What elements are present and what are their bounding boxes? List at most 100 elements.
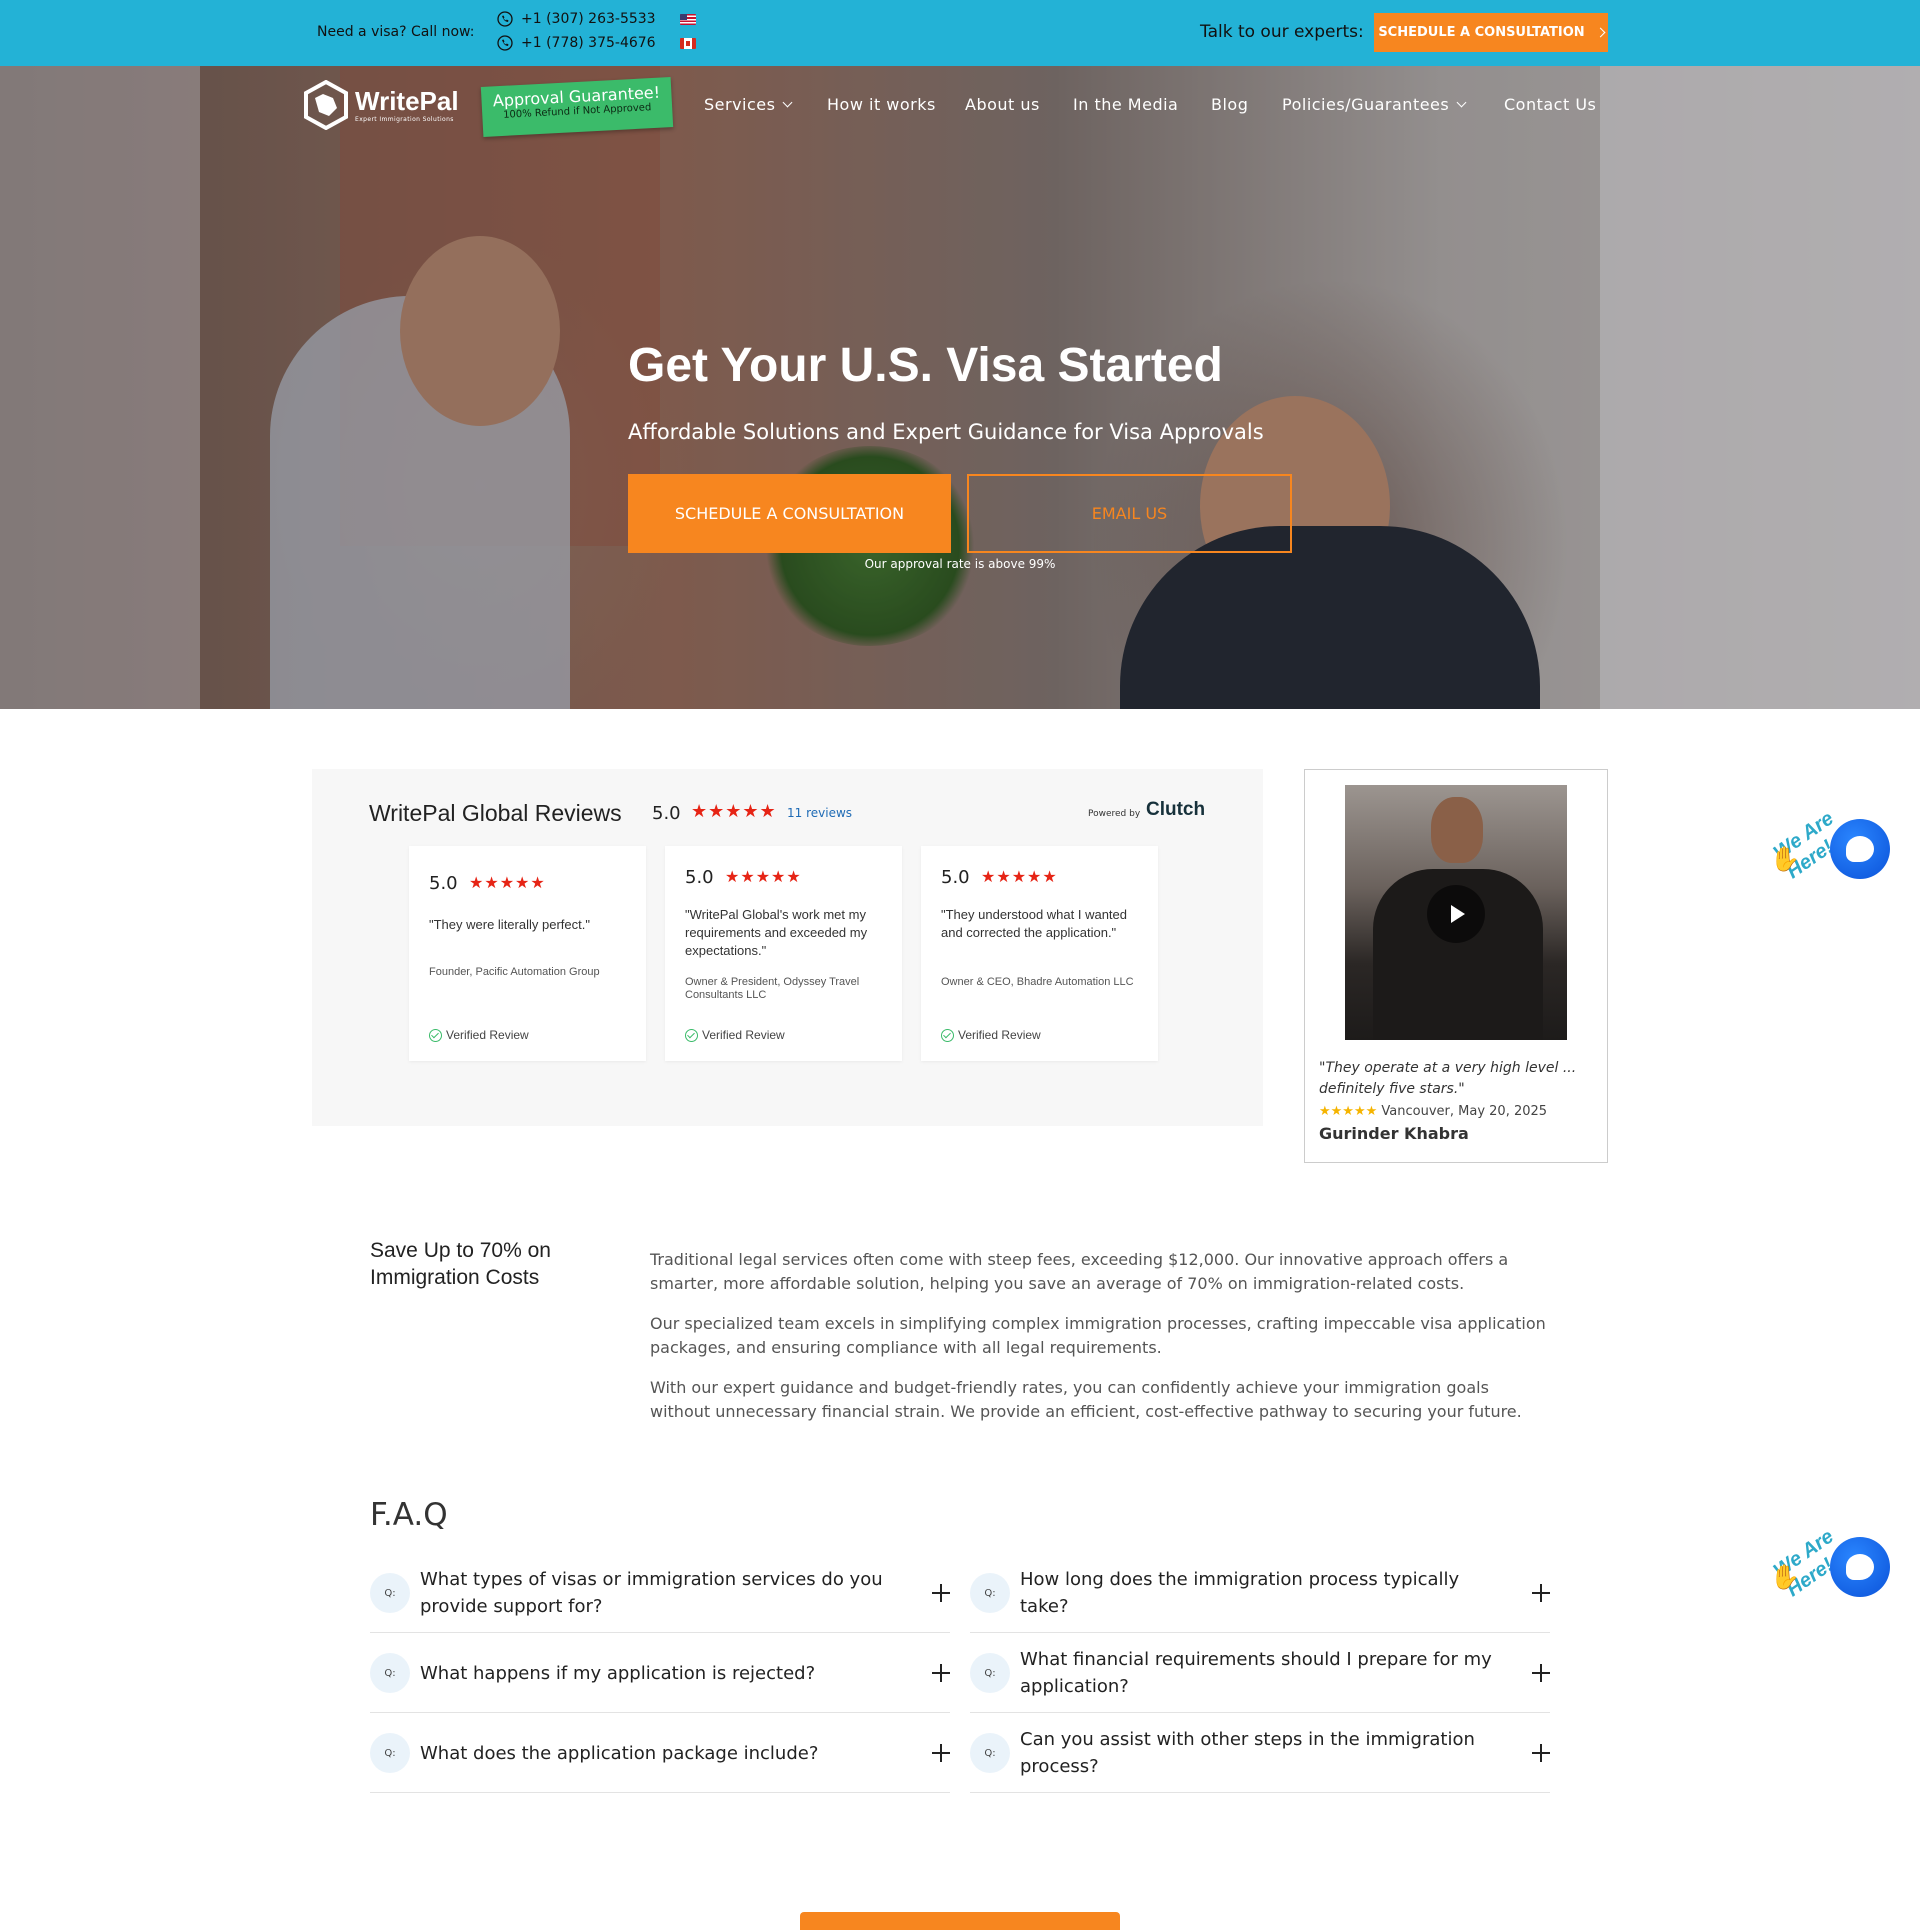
nav-blog[interactable]: Blog — [1211, 95, 1248, 114]
nav-about[interactable]: About us — [965, 95, 1040, 114]
nav-services[interactable]: Services — [704, 95, 793, 114]
hero-email-button[interactable]: EMAIL US — [967, 474, 1292, 553]
faq-item[interactable]: Q: What financial requirements should I … — [970, 1634, 1550, 1713]
review-card[interactable]: 5.0 ★★★★★ "They were literally perfect."… — [409, 846, 646, 1061]
plus-icon[interactable] — [932, 1744, 950, 1762]
nav-media[interactable]: In the Media — [1073, 95, 1178, 114]
chat-button[interactable] — [1830, 819, 1890, 879]
approval-rate-note: Our approval rate is above 99% — [864, 557, 1056, 571]
save-paragraph: Our specialized team excels in simplifyi… — [650, 1314, 1546, 1357]
chevron-down-icon — [1456, 97, 1467, 108]
chat-button[interactable] — [1830, 1537, 1890, 1597]
video-review-name: Gurinder Khabra — [1319, 1124, 1469, 1143]
phone-ca[interactable]: +1 (778) 375-4676 — [497, 35, 696, 51]
faq-item[interactable]: Q: What does the application package inc… — [370, 1714, 950, 1793]
waving-hand-icon: ✋ — [1770, 1563, 1800, 1591]
logo-hexagon-icon — [304, 80, 348, 130]
review-author: Owner & CEO, Bhadre Automation LLC — [941, 976, 1134, 988]
phone-icon — [497, 11, 513, 27]
approval-guarantee-badge: Approval Guarantee! 100% Refund if Not A… — [480, 77, 674, 137]
faq-item[interactable]: Q: What happens if my application is rej… — [370, 1634, 950, 1713]
clutch-logo[interactable]: Clutch — [1146, 799, 1205, 821]
faq-title: F.A.Q — [370, 1497, 448, 1533]
nav-how-label: How it works — [827, 95, 936, 114]
review-quote: "They understood what I wanted and corre… — [941, 907, 1128, 940]
reviews-stars: ★★★★★ — [691, 801, 777, 822]
talk-to-experts: Talk to our experts: — [1200, 22, 1364, 42]
nav-media-label: In the Media — [1073, 95, 1179, 114]
logo-tagline: Expert Immigration Solutions — [355, 115, 454, 123]
logo-name: WritePal — [355, 85, 459, 116]
question-badge: Q: — [370, 1573, 410, 1613]
bottom-cta-button[interactable] — [800, 1912, 1120, 1930]
question-badge: Q: — [970, 1653, 1010, 1693]
question-badge: Q: — [370, 1733, 410, 1773]
question-badge: Q: — [970, 1573, 1010, 1613]
top-schedule-button[interactable]: SCHEDULE A CONSULTATION — [1374, 13, 1608, 52]
plus-icon[interactable] — [932, 1664, 950, 1682]
faq-question: What types of visas or immigration servi… — [420, 1569, 883, 1617]
nav-contact[interactable]: Contact Us — [1504, 95, 1596, 114]
chat-bubble-icon — [1846, 1554, 1874, 1580]
faq-item[interactable]: Q: How long does the immigration process… — [970, 1554, 1550, 1633]
chevron-down-icon — [783, 97, 793, 108]
plus-icon[interactable] — [932, 1584, 950, 1602]
hero-subtitle: Affordable Solutions and Expert Guidance… — [628, 420, 1264, 444]
faq-item[interactable]: Q: Can you assist with other steps in th… — [970, 1714, 1550, 1793]
faq-item[interactable]: Q: What types of visas or immigration se… — [370, 1554, 950, 1633]
review-score: 5.0 — [941, 867, 970, 888]
check-circle-icon — [685, 1028, 698, 1042]
check-circle-icon — [941, 1028, 954, 1042]
video-review-stars: ★★★★★ — [1319, 1104, 1378, 1119]
video-person-head — [1431, 797, 1483, 863]
plus-icon[interactable] — [1532, 1664, 1550, 1682]
nav-policies[interactable]: Policies/Guarantees — [1282, 95, 1467, 114]
reviews-title: WritePal Global Reviews — [369, 800, 622, 826]
save-title: Save Up to 70% on Immigration Costs — [370, 1239, 551, 1289]
review-card[interactable]: 5.0 ★★★★★ "WritePal Global's work met my… — [665, 846, 902, 1061]
phone-icon — [497, 35, 513, 51]
faq-question: What does the application package includ… — [420, 1742, 819, 1764]
top-schedule-label: SCHEDULE A CONSULTATION — [1378, 25, 1585, 40]
verified-review: Verified Review — [429, 1028, 529, 1042]
waving-hand-icon: ✋ — [1770, 845, 1800, 873]
nav-blog-label: Blog — [1211, 95, 1249, 114]
phone-us[interactable]: +1 (307) 263-5533 — [497, 11, 696, 27]
need-visa-text: Need a visa? Call now: — [317, 24, 475, 40]
faq-question: How long does the immigration process ty… — [1020, 1569, 1460, 1617]
chat-bubble-icon — [1846, 836, 1874, 862]
canada-flag-icon — [679, 37, 696, 49]
question-badge: Q: — [370, 1653, 410, 1693]
reviews-score: 5.0 — [652, 803, 681, 824]
nav-how-it-works[interactable]: How it works — [827, 95, 936, 114]
verified-label: Verified Review — [958, 1028, 1041, 1042]
plus-icon[interactable] — [1532, 1744, 1550, 1762]
chevron-right-icon — [1595, 27, 1606, 38]
nav-policies-label: Policies/Guarantees — [1282, 95, 1450, 114]
check-circle-icon — [429, 1028, 442, 1042]
hero-schedule-button[interactable]: SCHEDULE A CONSULTATION — [628, 474, 951, 553]
faq-question: Can you assist with other steps in the i… — [1020, 1729, 1475, 1777]
logo[interactable]: WritePal Expert Immigration Solutions — [303, 80, 459, 130]
verified-review: Verified Review — [941, 1028, 1041, 1042]
review-quote: "WritePal Global's work met my requireme… — [685, 907, 868, 958]
phone-ca-number: +1 (778) 375-4676 — [521, 35, 656, 51]
faq-question: What financial requirements should I pre… — [1020, 1649, 1492, 1697]
review-quote: "They were literally perfect." — [429, 917, 590, 932]
review-card[interactable]: 5.0 ★★★★★ "They understood what I wanted… — [921, 846, 1158, 1061]
faq-question: What happens if my application is reject… — [420, 1662, 816, 1684]
verified-label: Verified Review — [446, 1028, 529, 1042]
review-score: 5.0 — [429, 873, 458, 894]
top-bar: Need a visa? Call now: +1 (307) 263-5533… — [0, 0, 1920, 66]
video-review-meta: ★★★★★ Vancouver, May 20, 2025 — [1319, 1104, 1547, 1119]
review-stars: ★★★★★ — [469, 873, 546, 892]
save-paragraph: With our expert guidance and budget-frie… — [650, 1378, 1522, 1421]
nav-contact-label: Contact Us — [1504, 95, 1597, 114]
reviews-count-link[interactable]: 11 reviews — [787, 806, 852, 820]
play-icon[interactable] — [1427, 885, 1485, 943]
us-flag-icon — [679, 13, 696, 25]
review-author: Owner & President, Odyssey Travel Consul… — [685, 976, 860, 1001]
review-author: Founder, Pacific Automation Group — [429, 966, 600, 978]
review-stars: ★★★★★ — [981, 867, 1058, 886]
plus-icon[interactable] — [1532, 1584, 1550, 1602]
